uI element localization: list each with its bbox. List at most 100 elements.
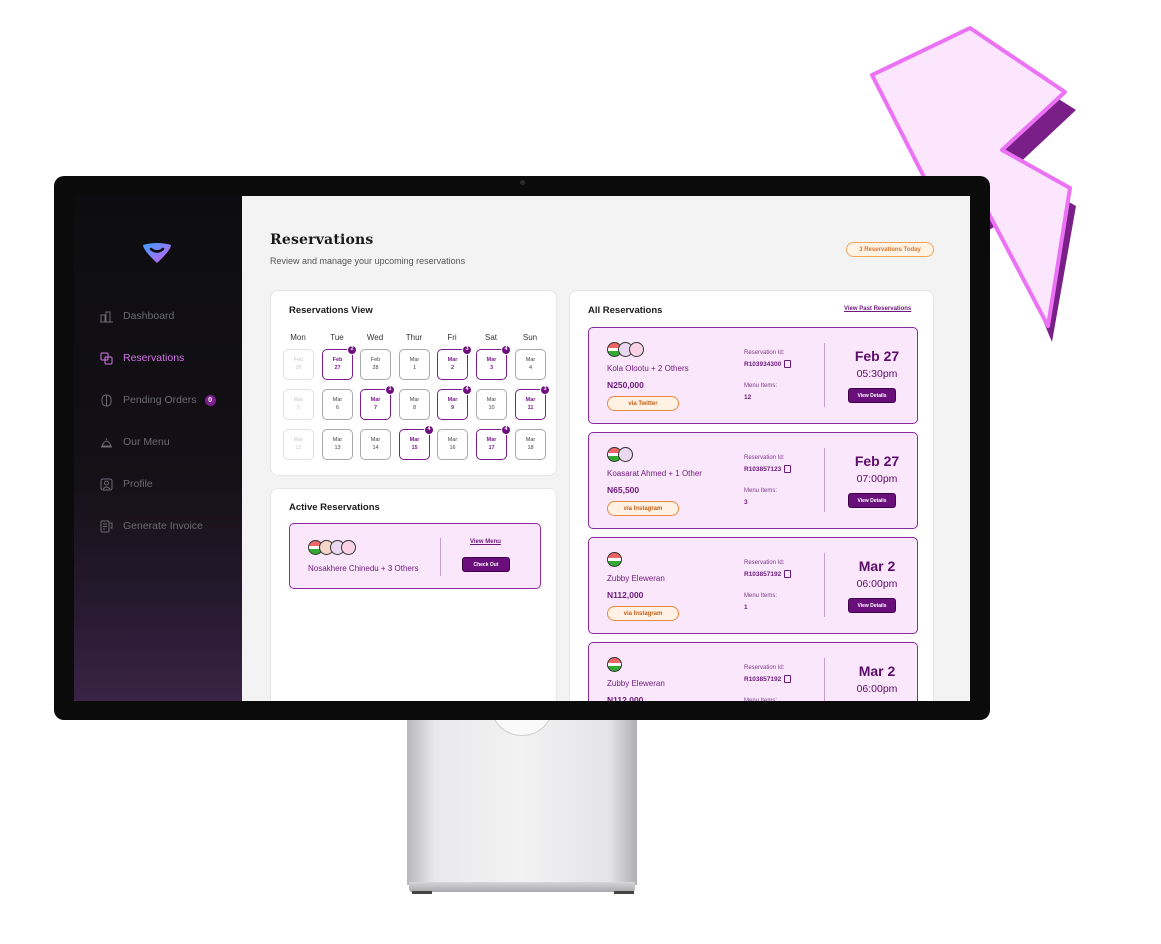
reservation-amount: N250,000 bbox=[607, 380, 644, 390]
calendar-day[interactable]: Mar 8 bbox=[399, 389, 430, 420]
sidebar: Dashboard Reservations Pending Orders 0 … bbox=[74, 196, 242, 701]
reservation-card[interactable]: Zubby Eleweran N112,000 via Instagram Re… bbox=[588, 642, 918, 701]
all-reservations-card: All Reservations View Past Reservations … bbox=[569, 290, 934, 701]
calendar-day[interactable]: Mar 9 4 bbox=[437, 385, 472, 420]
view-past-reservations-link[interactable]: View Past Reservations bbox=[844, 306, 911, 312]
sidebar-item-label: Generate Invoice bbox=[123, 520, 203, 532]
calendar-day[interactable]: Mar 7 1 bbox=[360, 385, 395, 420]
reservation-count-badge: 4 bbox=[501, 425, 511, 435]
avatar bbox=[618, 447, 633, 462]
copy-icon[interactable] bbox=[784, 360, 792, 368]
menu-items-count: 1 bbox=[744, 604, 748, 611]
reservations-view-card: Reservations View Mon Tue Wed Thur Fri Sat Sun… bbox=[270, 290, 557, 476]
reservation-id-text: R103857192 bbox=[744, 570, 782, 578]
calendar-day-number: 9 bbox=[450, 404, 455, 411]
view-details-button[interactable]: View Details bbox=[848, 598, 896, 613]
avatar bbox=[341, 540, 356, 555]
check-out-button[interactable]: Check Out bbox=[462, 557, 510, 572]
calendar-day[interactable]: Mar 17 4 bbox=[476, 425, 511, 460]
calendar-day-number: 26 bbox=[295, 364, 302, 371]
reservation-guest-name: Zubby Eleweran bbox=[607, 679, 665, 688]
calendar-day[interactable]: Mar 1 bbox=[399, 349, 430, 380]
calendar-day[interactable]: Feb 28 bbox=[360, 349, 391, 380]
copy-icon[interactable] bbox=[784, 465, 792, 473]
menu-items-label: Menu Items: bbox=[744, 593, 778, 599]
reservations-today-badge: 3 Reservations Today bbox=[846, 242, 934, 257]
reservation-card[interactable]: Kola Olootu + 2 Others N250,000 via Twit… bbox=[588, 327, 918, 424]
reservation-id-text: R103857123 bbox=[744, 465, 782, 473]
calendar-day[interactable]: Mar 3 4 bbox=[476, 345, 511, 380]
calendar-day-number: 11 bbox=[527, 404, 534, 411]
calendar-day[interactable]: Mar 12 bbox=[283, 429, 314, 460]
reservation-date: Feb 27 bbox=[854, 348, 900, 364]
reservation-time: 07:00pm bbox=[856, 473, 898, 485]
calendar-day-month: Mar bbox=[447, 397, 458, 404]
calendar-day-number: 28 bbox=[372, 364, 379, 371]
guest-avatars bbox=[308, 540, 356, 555]
calendar-day[interactable]: Mar 14 bbox=[360, 429, 391, 460]
dashboard-icon bbox=[100, 311, 113, 322]
active-reservation-name: Nosakhere Chinedu + 3 Others bbox=[308, 564, 419, 573]
reservation-guest-name: Koasarat Ahmed + 1 Other bbox=[607, 469, 702, 478]
calendar-day-number: 4 bbox=[528, 364, 533, 371]
calendar-day[interactable]: Mar 16 bbox=[437, 429, 468, 460]
calendar-day[interactable]: Mar 6 bbox=[322, 389, 353, 420]
calendar-day-number: 17 bbox=[488, 444, 495, 451]
sidebar-item-dashboard[interactable]: Dashboard bbox=[100, 307, 174, 325]
calendar-day[interactable]: Mar 4 bbox=[515, 349, 546, 380]
menu-items-label: Menu Items: bbox=[744, 488, 778, 494]
reservation-time: 05:30pm bbox=[856, 368, 898, 380]
calendar-day-number: 13 bbox=[334, 444, 341, 451]
calendar-day-month: Mar bbox=[370, 397, 381, 404]
reservation-guest-name: Zubby Eleweran bbox=[607, 574, 665, 583]
avatar bbox=[629, 342, 644, 357]
calendar-day-number: 15 bbox=[411, 444, 418, 451]
page-subtitle: Review and manage your upcoming reservat… bbox=[270, 256, 466, 266]
active-reservation-item[interactable]: Nosakhere Chinedu + 3 Others View Menu C… bbox=[289, 523, 541, 589]
calendar-day-month: Feb bbox=[370, 357, 381, 364]
reservation-id-text: R103934300 bbox=[744, 360, 782, 368]
reservation-time: 06:00pm bbox=[856, 578, 898, 590]
reservation-id-value: R103857192 bbox=[744, 570, 792, 578]
reservation-count-badge: 3 bbox=[540, 385, 550, 395]
copy-icon[interactable] bbox=[784, 570, 792, 578]
sidebar-item-label: Profile bbox=[123, 478, 153, 490]
calendar-day-month: Mar bbox=[486, 357, 497, 364]
calendar-day[interactable]: Mar 15 4 bbox=[399, 425, 434, 460]
reservation-amount: N112,000 bbox=[607, 590, 644, 600]
view-details-button[interactable]: View Details bbox=[848, 388, 896, 403]
calendar-day[interactable]: Mar 13 bbox=[322, 429, 353, 460]
calendar-day-number: 12 bbox=[295, 444, 302, 451]
reservation-amount: N112,000 bbox=[607, 695, 644, 701]
calendar-day[interactable]: Mar 11 3 bbox=[515, 385, 550, 420]
sidebar-item-reservations[interactable]: Reservations bbox=[100, 349, 184, 367]
stand-foot-right bbox=[614, 891, 634, 894]
weekday-header: Tue bbox=[330, 333, 344, 342]
stand-foot-left bbox=[412, 891, 432, 894]
calendar-day-month: Mar bbox=[447, 357, 458, 364]
main-content: Reservations Review and manage your upco… bbox=[242, 196, 970, 701]
calendar-day[interactable]: Mar 2 3 bbox=[437, 345, 472, 380]
sidebar-item-profile[interactable]: Profile bbox=[100, 475, 153, 493]
sidebar-item-our-menu[interactable]: Our Menu bbox=[100, 433, 170, 451]
sidebar-item-label: Our Menu bbox=[123, 436, 170, 448]
view-menu-link[interactable]: View Menu bbox=[470, 539, 501, 545]
calendar-day-number: 3 bbox=[489, 364, 494, 371]
sidebar-item-pending-orders[interactable]: Pending Orders 0 bbox=[100, 391, 216, 409]
view-details-button[interactable]: View Details bbox=[848, 493, 896, 508]
camera-icon bbox=[520, 180, 525, 185]
weekday-header: Sun bbox=[522, 333, 538, 342]
mockup-stage: Dashboard Reservations Pending Orders 0 … bbox=[0, 0, 1161, 944]
page-title: Reservations bbox=[270, 232, 374, 248]
reservation-card[interactable]: Zubby Eleweran N112,000 via Instagram Re… bbox=[588, 537, 918, 634]
calendar-day[interactable]: Mar 5 bbox=[283, 389, 314, 420]
calendar-day[interactable]: Mar 18 bbox=[515, 429, 546, 460]
copy-icon[interactable] bbox=[784, 675, 792, 683]
sidebar-item-generate-invoice[interactable]: Generate Invoice bbox=[100, 517, 203, 535]
menu-items-count: 12 bbox=[744, 394, 752, 401]
calendar-day[interactable]: Feb 27 2 bbox=[322, 345, 357, 380]
calendar-day[interactable]: Feb 26 bbox=[283, 349, 314, 380]
stand-base bbox=[409, 882, 635, 892]
reservation-card[interactable]: Koasarat Ahmed + 1 Other N65,500 via Ins… bbox=[588, 432, 918, 529]
calendar-day[interactable]: Mar 10 bbox=[476, 389, 507, 420]
